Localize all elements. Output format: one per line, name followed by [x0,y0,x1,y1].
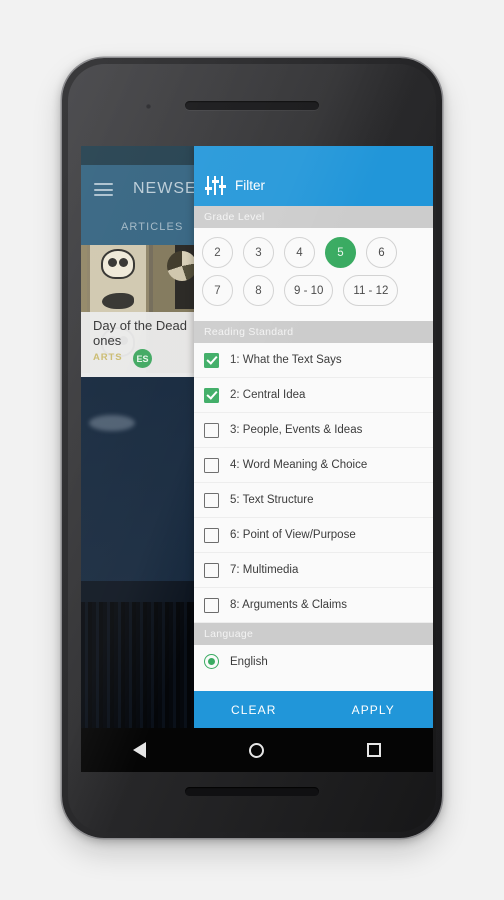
status-bar-left [81,146,194,165]
checkbox-icon[interactable] [204,422,219,438]
reading-standard-label: 5: Text Structure [230,494,314,506]
back-triangle-icon[interactable] [132,742,146,758]
reading-standard-row-1[interactable]: 1: What the Text Says [194,343,433,378]
grade-level-grid: 2 3 4 5 6 7 8 9 - 10 11 - 12 [194,228,433,321]
reading-standard-row-7[interactable]: 7: Multimedia [194,553,433,588]
phone-frame: NEWSE ARTICLES Day of the Dead ones ARTS… [62,58,442,838]
clear-button[interactable]: CLEAR [194,691,314,728]
tune-sliders-icon [204,176,226,195]
earpiece-speaker [185,101,319,110]
reading-standard-row-5[interactable]: 5: Text Structure [194,483,433,518]
checkbox-icon[interactable] [204,562,219,578]
android-nav-bar [81,728,433,772]
grade-chip-5[interactable]: 5 [325,237,356,268]
hamburger-menu-icon[interactable] [94,183,113,196]
section-header-language: Language [194,623,433,645]
section-label: Reading Standard [204,326,294,338]
grade-chip-7[interactable]: 7 [202,275,233,306]
reading-standard-row-6[interactable]: 6: Point of View/Purpose [194,518,433,553]
home-circle-icon[interactable] [248,742,264,758]
reading-standard-label: 7: Multimedia [230,564,299,576]
section-label: Language [204,628,254,640]
card-category: ARTS [93,352,123,363]
grade-chip-6[interactable]: 6 [366,237,397,268]
reading-standard-row-8[interactable]: 8: Arguments & Claims [194,588,433,623]
grade-chip-3[interactable]: 3 [243,237,274,268]
filter-header: Filter [194,146,433,206]
skull-icon [101,249,135,279]
grade-chip-9-10[interactable]: 9 - 10 [284,275,334,306]
reading-standard-label: 3: People, Events & Ideas [230,424,363,436]
apply-button[interactable]: APPLY [314,691,434,728]
card-image-cloud [89,415,135,431]
reading-standard-row-3[interactable]: 3: People, Events & Ideas [194,413,433,448]
reading-standard-label: 2: Central Idea [230,389,306,401]
filter-action-bar: CLEAR APPLY [194,691,433,728]
bottom-speaker [185,787,319,796]
front-camera-icon [146,104,151,109]
checkbox-icon[interactable] [204,527,219,543]
phone-bezel: NEWSE ARTICLES Day of the Dead ones ARTS… [68,64,436,832]
grade-chip-11-12[interactable]: 11 - 12 [343,275,399,306]
reading-standard-label: 1: What the Text Says [230,354,342,366]
grade-row: 7 8 9 - 10 11 - 12 [202,275,425,306]
phone-screen: NEWSE ARTICLES Day of the Dead ones ARTS… [81,146,433,772]
reading-standard-label: 8: Arguments & Claims [230,599,347,611]
filter-panel: Filter Grade Level 2 3 4 5 6 7 8 9 - 10 … [194,146,433,728]
checkbox-icon[interactable] [204,492,219,508]
card-title-line1: Day of the Dead [93,318,187,333]
checkbox-icon[interactable] [204,352,219,368]
checkbox-icon[interactable] [204,597,219,613]
reading-standard-label: 4: Word Meaning & Choice [230,459,368,471]
card-image-decor [167,251,197,281]
bird-icon [102,293,134,309]
reading-standard-row-4[interactable]: 4: Word Meaning & Choice [194,448,433,483]
tab-articles[interactable]: ARTICLES [121,221,183,233]
section-header-grade-level: Grade Level [194,206,433,228]
checkbox-icon[interactable] [204,457,219,473]
grade-chip-4[interactable]: 4 [284,237,315,268]
language-option-english[interactable]: English [194,645,433,678]
reading-standard-row-2[interactable]: 2: Central Idea [194,378,433,413]
section-label: Grade Level [204,211,265,223]
grade-chip-8[interactable]: 8 [243,275,274,306]
card-language-badge: ES [133,349,152,368]
section-header-reading-standard: Reading Standard [194,321,433,343]
grade-chip-2[interactable]: 2 [202,237,233,268]
grade-row: 2 3 4 5 6 [202,237,425,268]
app-title: NEWSE [133,180,197,197]
checkbox-icon[interactable] [204,387,219,403]
filter-title: Filter [235,178,265,193]
radio-button-icon[interactable] [204,654,219,669]
reading-standard-label: 6: Point of View/Purpose [230,529,356,541]
language-label: English [230,655,268,668]
filter-scroll-area[interactable]: Grade Level 2 3 4 5 6 7 8 9 - 10 11 - 12… [194,206,433,691]
recents-square-icon[interactable] [367,743,382,757]
